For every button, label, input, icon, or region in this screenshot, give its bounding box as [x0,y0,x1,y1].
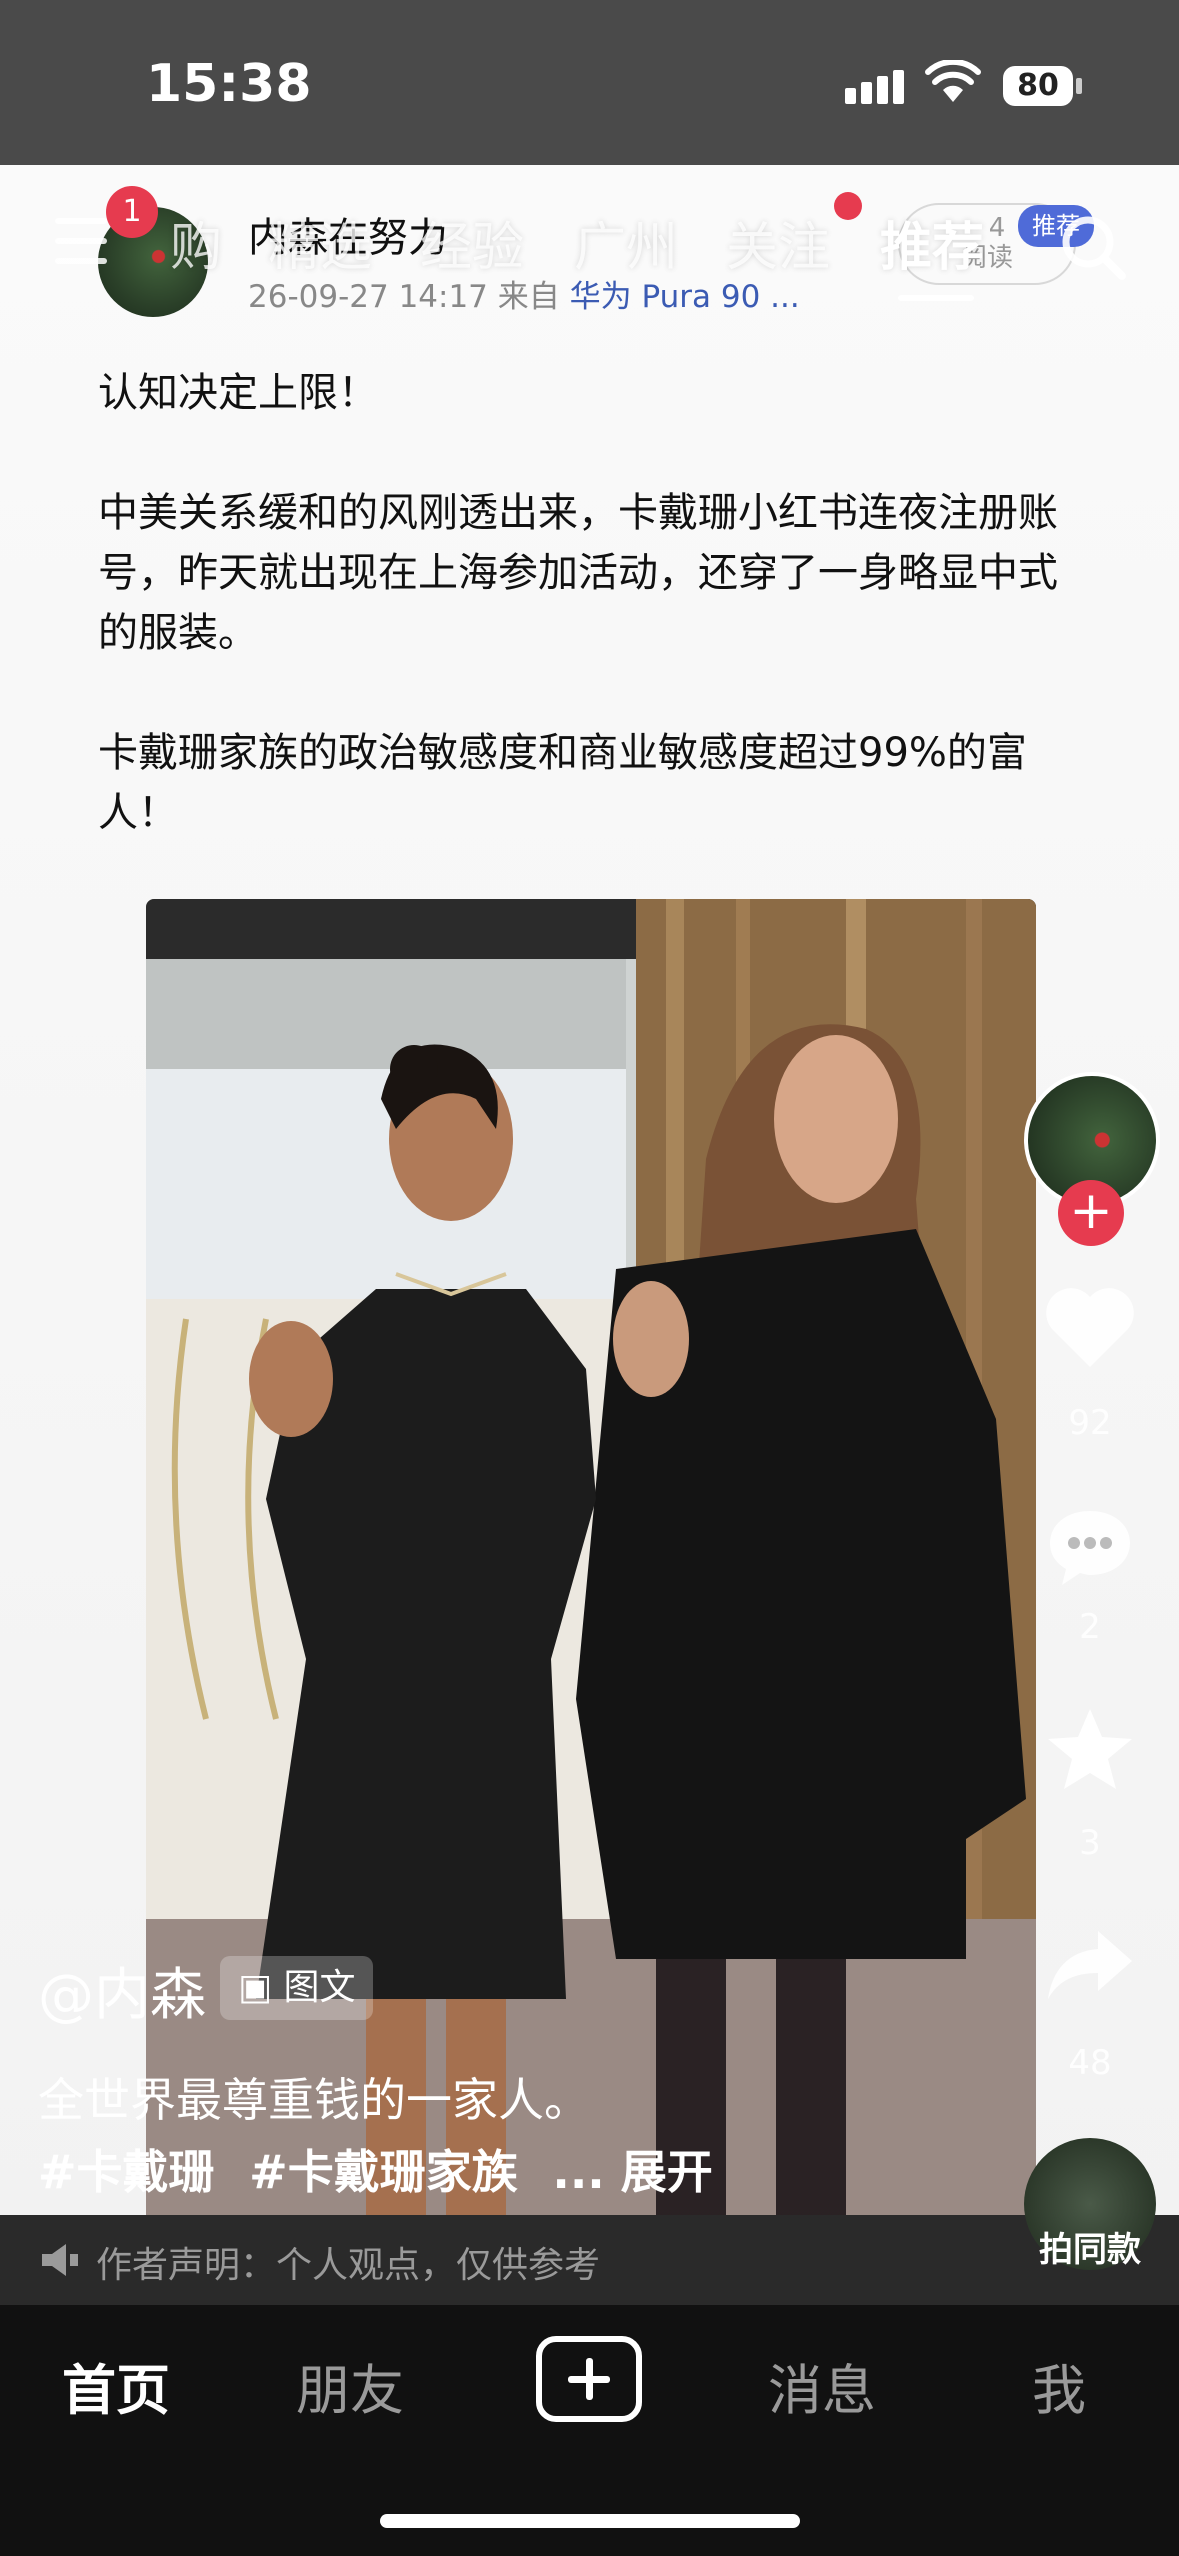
favorite-count: 3 [1079,1823,1101,1863]
author-disclaimer: 作者声明：个人观点，仅供参考 [96,2245,601,2286]
caption: 全世界最尊重钱的一家人。 [38,2073,590,2127]
home-indicator [380,2514,800,2528]
tab-underline [898,295,974,301]
battery-nub [1076,78,1082,94]
tab-recommend[interactable]: 推荐 [880,205,984,280]
nav-home[interactable]: 首页 [62,2346,170,2425]
nav-friends[interactable]: 朋友 [296,2346,404,2425]
tab-experience[interactable]: 经验 [420,205,524,280]
signal-icon [845,70,909,104]
nav-messages[interactable]: 消息 [768,2346,876,2425]
tab-shop[interactable]: 购 [170,205,222,280]
post-paragraph: 认知决定上限！ [98,370,378,416]
battery-indicator: 80 [1003,66,1073,106]
star-icon[interactable] [1044,1705,1136,1795]
type-badge-label: 图文 [283,1967,356,2008]
heart-icon[interactable] [1044,1285,1136,1371]
create-post-button[interactable] [536,2336,642,2422]
hashtag[interactable]: #卡戴珊家族 [249,2145,518,2199]
source-prefix: 来自 [497,279,560,315]
menu-badge: 1 [106,186,158,238]
nav-me[interactable]: 我 [1032,2346,1086,2425]
post-date: 26-09-27 14:17 [248,279,488,315]
following-dot [834,192,862,220]
hashtag[interactable]: #卡戴珊 [38,2145,215,2199]
tag-line: #卡戴珊 #卡戴珊家族 ... 展开 [38,2136,713,2202]
post-paragraph: 中美关系缓和的风刚透出来，卡戴珊小红书连夜注册账号，昨天就出现在上海参加活动，还… [98,490,1058,656]
comment-icon[interactable] [1044,1505,1136,1591]
share-icon[interactable] [1044,1927,1136,2007]
comment-count: 2 [1079,1607,1101,1647]
type-badge: ▣ 图文 [220,1956,374,2020]
status-time: 15:38 [146,54,312,114]
wifi-icon [925,60,981,102]
tab-guangzhou[interactable]: 广州 [574,205,678,280]
expand-button[interactable]: ... 展开 [552,2145,712,2199]
search-icon[interactable] [1058,212,1128,282]
same-style-label[interactable]: 拍同款 [1020,2222,1160,2271]
tab-featured[interactable]: 精选 [268,205,372,280]
speaker-icon [42,2244,78,2276]
like-count: 92 [1068,1403,1112,1443]
image-text-icon: ▣ [238,1967,273,2008]
device-name: 华为 Pura 90 ... [569,279,800,315]
share-count: 48 [1068,2043,1112,2083]
follow-button[interactable]: + [1058,1180,1124,1246]
author-handle[interactable]: @内森 [38,1950,206,2031]
status-bar: 15:38 80 [0,0,1179,165]
menu-icon[interactable] [55,218,111,264]
post-paragraph: 卡戴珊家族的政治敏感度和商业敏感度超过99%的富人！ [98,730,1027,836]
tab-following[interactable]: 关注 [726,205,830,280]
